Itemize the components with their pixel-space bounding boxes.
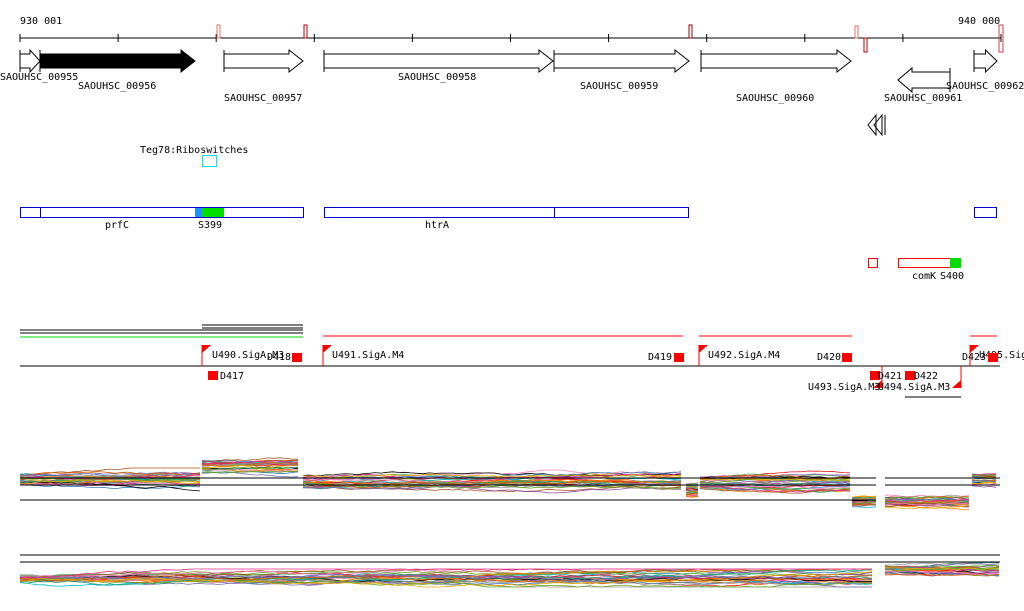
- terminator-label: D417: [220, 371, 244, 382]
- operon-htrA: htrA: [425, 220, 449, 231]
- gene-SAOUHSC_00957[interactable]: SAOUHSC_00957: [223, 48, 304, 104]
- promoter-label: U492.SigA.M4: [708, 350, 780, 361]
- terminator-label: D420: [817, 352, 841, 363]
- gene-label: SAOUHSC_00955: [0, 72, 78, 83]
- promoter-label: U493.SigA.M3: [808, 382, 880, 393]
- gene-arrow[interactable]: [323, 48, 554, 74]
- operon-track[interactable]: prfC S399 htrA comK S400: [20, 207, 997, 282]
- terminator-label: D419: [648, 352, 672, 363]
- terminator-D420[interactable]: D420: [817, 352, 852, 363]
- promoter-label: U491.SigA.M4: [332, 350, 404, 361]
- gene-label: SAOUHSC_00956: [78, 81, 156, 92]
- gene-arrow[interactable]: [973, 48, 998, 74]
- small-arrows-icon: [867, 113, 886, 137]
- gene-arrow[interactable]: [553, 48, 690, 74]
- terminator-D418[interactable]: D418: [267, 352, 302, 363]
- terminator-label: D418: [267, 352, 291, 363]
- terminator-label: D421: [878, 371, 902, 382]
- gene-SAOUHSC_00956[interactable]: SAOUHSC_00956: [39, 48, 196, 92]
- gene-SAOUHSC_00960[interactable]: SAOUHSC_00960: [700, 48, 852, 104]
- expression-line: [971, 485, 997, 488]
- ruler-end: 940 000: [958, 16, 1000, 27]
- promoter-U492.SigA.M4[interactable]: U492.SigA.M4: [698, 345, 780, 366]
- riboswitch-label: Teg78:Riboswitches: [140, 145, 248, 156]
- promoter-U491.SigA.M4[interactable]: U491.SigA.M4: [322, 345, 404, 366]
- gene-label: SAOUHSC_00958: [398, 72, 476, 83]
- operon-comK: comK: [912, 271, 936, 282]
- gene-label: SAOUHSC_00961: [884, 93, 962, 104]
- gene-track: SAOUHSC_00955SAOUHSC_00956 SAOUHSC_00957 S…: [0, 48, 1024, 104]
- ruler-start: 930 001: [20, 16, 62, 27]
- gene-arrow[interactable]: [19, 48, 41, 74]
- terminator-D419[interactable]: D419: [648, 352, 684, 363]
- gene-SAOUHSC_00959[interactable]: SAOUHSC_00959: [553, 48, 690, 92]
- operon-S400: S400: [940, 271, 964, 282]
- gene-arrow[interactable]: [700, 48, 852, 74]
- gene-label: SAOUHSC_00959: [580, 81, 658, 92]
- expression-track-1: [19, 457, 1000, 511]
- gene-label: SAOUHSC_00962: [946, 81, 1024, 92]
- terminator-label: D422: [914, 371, 938, 382]
- promoter-label: U494.SigA.M3: [878, 382, 950, 393]
- gene-arrow[interactable]: [39, 48, 196, 74]
- operon-S399: S399: [198, 220, 222, 231]
- terminator-D417[interactable]: D417: [208, 371, 244, 382]
- ruler: 930 001 940 000: [19, 16, 1004, 53]
- terminator-label: D423: [962, 352, 986, 363]
- promoter-track[interactable]: U490.SigA.M3 U491.SigA.M4 U492.SigA.M4U493…: [20, 324, 1024, 398]
- terminator-D422[interactable]: D422: [905, 371, 938, 382]
- gene-arrow[interactable]: [223, 48, 304, 74]
- gene-SAOUHSC_00958[interactable]: SAOUHSC_00958: [323, 48, 554, 83]
- gene-arrow[interactable]: [897, 66, 951, 94]
- riboswitch-track[interactable]: Teg78:Riboswitches: [140, 145, 248, 167]
- expression-line: [851, 506, 877, 508]
- expression-track-2: [19, 554, 1000, 588]
- genome-browser[interactable]: 930 001 940 000 SAOUHSC_00955SAOUHSC_009…: [0, 0, 1024, 611]
- terminator-D421[interactable]: D421: [870, 371, 902, 382]
- gene-label: SAOUHSC_00957: [224, 93, 302, 104]
- gene-SAOUHSC_00962[interactable]: SAOUHSC_00962: [946, 48, 1024, 92]
- terminator-D423[interactable]: D423: [962, 352, 998, 363]
- gene-label: SAOUHSC_00960: [736, 93, 814, 104]
- operon-prfC: prfC: [105, 220, 129, 231]
